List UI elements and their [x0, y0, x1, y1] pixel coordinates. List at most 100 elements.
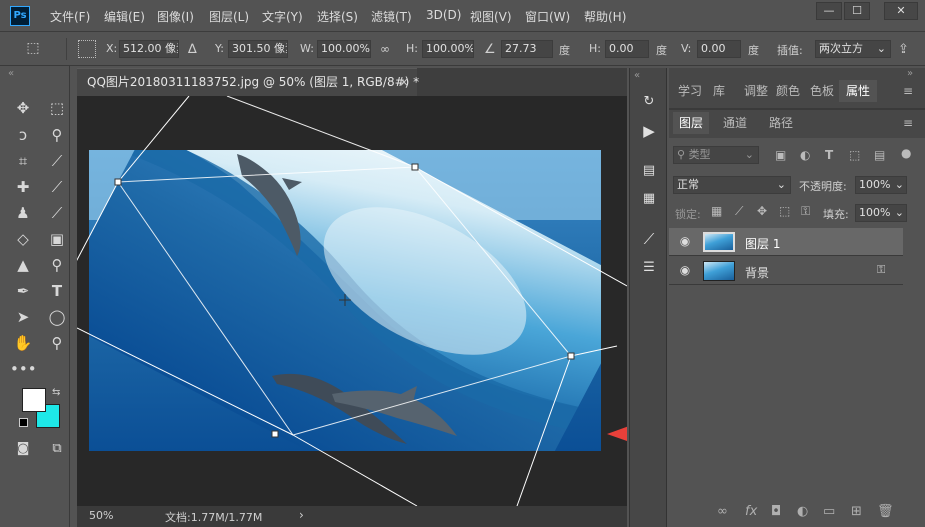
collapse-icon[interactable]: » [907, 68, 913, 79]
move-tool-icon[interactable]: ✥ [10, 96, 36, 120]
crop-tool-icon[interactable]: ⌗ [10, 149, 36, 173]
adjust-sliders-icon[interactable]: ☰ [638, 257, 660, 279]
lasso-tool-icon[interactable]: ↄ [10, 123, 36, 147]
menu-edit[interactable]: 编辑(E) [104, 8, 145, 25]
quick-mask-icon[interactable]: ◙ [10, 437, 36, 461]
tab-learn[interactable]: 学习 [675, 80, 705, 102]
transform-handle[interactable] [271, 430, 279, 438]
y-field[interactable]: 301.50 像素 [228, 40, 288, 58]
filter-smart-icon[interactable]: ▤ [874, 148, 885, 162]
default-colors-icon[interactable] [19, 418, 28, 427]
menu-file[interactable]: 文件(F) [50, 8, 90, 25]
layer-row-background[interactable]: ◉ 背景 ⚿ [669, 257, 903, 285]
menu-3d[interactable]: 3D(D) [426, 8, 461, 22]
menu-filter[interactable]: 滤镜(T) [371, 8, 412, 25]
hskew-field[interactable]: 0.00 [605, 40, 649, 58]
w-field[interactable]: 100.00% [317, 40, 371, 58]
properties-icon[interactable]: ▤ [638, 160, 660, 182]
document-tab[interactable]: QQ图片20180311183752.jpg @ 50% (图层 1, RGB/… [77, 68, 419, 96]
foreground-color-swatch[interactable] [22, 388, 46, 412]
new-adjustment-icon[interactable]: ◐ [797, 504, 808, 519]
warp-icon[interactable]: ⇪ [898, 42, 909, 57]
lock-paint-icon[interactable]: ⟋ [735, 204, 743, 219]
new-group-icon[interactable]: ▭ [823, 504, 835, 519]
filter-toggle-icon[interactable]: ● [901, 146, 911, 160]
eraser-tool-icon[interactable]: ◇ [10, 227, 36, 251]
blend-mode-select[interactable]: 正常 ⌄ [673, 176, 791, 194]
layer-style-icon[interactable]: fx [745, 504, 757, 519]
vskew-field[interactable]: 0.00 [697, 40, 741, 58]
visibility-eye-icon[interactable]: ◉ [677, 263, 693, 279]
canvas-area[interactable] [77, 96, 627, 506]
swap-colors-icon[interactable]: ⇆ [52, 387, 60, 398]
marquee-tool-icon[interactable]: ⬚ [44, 96, 70, 120]
brush-settings-icon[interactable]: ⟋ [638, 228, 660, 250]
filter-shape-icon[interactable]: ⬚ [849, 148, 860, 162]
quick-select-icon[interactable]: ⚲ [44, 123, 70, 147]
delete-layer-icon[interactable]: 🗑 [877, 504, 894, 519]
new-layer-icon[interactable]: ⊞ [851, 504, 862, 519]
type-tool-icon[interactable]: T [44, 279, 70, 303]
tab-paths[interactable]: 路径 [763, 112, 799, 134]
zoom-level[interactable]: 50% [89, 509, 113, 522]
menu-select[interactable]: 选择(S) [317, 8, 358, 25]
history-icon[interactable]: ↻ [638, 91, 660, 113]
actions-play-icon[interactable]: ▶ [638, 120, 660, 142]
x-field[interactable]: 512.00 像素 [119, 40, 179, 58]
link-icon[interactable]: ∞ [380, 42, 390, 56]
link-layers-icon[interactable]: ∞ [717, 504, 728, 519]
fill-field[interactable]: 100% ⌄ [855, 204, 907, 222]
close-button[interactable]: ✕ [884, 2, 918, 20]
collapse-icon[interactable]: « [634, 70, 640, 81]
menu-help[interactable]: 帮助(H) [584, 8, 626, 25]
zoom-tool-icon[interactable]: ⚲ [44, 331, 70, 355]
panel-menu-icon[interactable]: ≡ [903, 84, 913, 98]
status-menu-icon[interactable]: › [299, 508, 304, 522]
lock-artboard-icon[interactable]: ⬚ [779, 204, 790, 218]
screen-mode-icon[interactable]: ⧉ [44, 437, 70, 461]
layer-name[interactable]: 背景 [745, 264, 769, 281]
tab-channels[interactable]: 通道 [717, 112, 753, 134]
lock-all-icon[interactable]: ⚿ [801, 204, 810, 219]
healing-brush-icon[interactable]: ✚ [10, 175, 36, 199]
menu-image[interactable]: 图像(I) [157, 8, 194, 25]
layer-row-layer1[interactable]: ◉ 图层 1 [669, 228, 903, 256]
tab-swatches[interactable]: 色板 [807, 80, 837, 102]
layer-filter-select[interactable]: ⚲ 类型 ⌄ [673, 146, 759, 164]
filter-type-icon[interactable]: T [825, 148, 833, 162]
tab-libraries[interactable]: 库 [707, 80, 731, 102]
panel-menu-icon[interactable]: ≡ [903, 116, 913, 130]
layer-name[interactable]: 图层 1 [745, 235, 780, 252]
hand-tool-icon[interactable]: ✋ [10, 331, 36, 355]
menu-type[interactable]: 文字(Y) [262, 8, 303, 25]
dodge-tool-icon[interactable]: ⚲ [44, 253, 70, 277]
notes-icon[interactable]: ▦ [638, 188, 660, 210]
transform-handle[interactable] [411, 163, 419, 171]
transform-handle[interactable] [114, 178, 122, 186]
history-brush-icon[interactable]: ⟋ [44, 201, 70, 225]
lock-position-icon[interactable]: ✥ [757, 204, 767, 218]
close-tab-icon[interactable]: × [399, 69, 409, 95]
visibility-eye-icon[interactable]: ◉ [677, 234, 693, 250]
collapse-icon[interactable]: « [8, 68, 14, 79]
menu-view[interactable]: 视图(V) [470, 8, 512, 25]
maximize-button[interactable]: ☐ [844, 2, 870, 20]
h-field[interactable]: 100.00% [422, 40, 474, 58]
more-tools-icon[interactable]: ••• [10, 357, 37, 381]
add-mask-icon[interactable]: ◘ [771, 504, 781, 519]
ellipse-tool-icon[interactable]: ◯ [44, 305, 70, 329]
clone-stamp-icon[interactable]: ♟ [10, 201, 36, 225]
tab-properties[interactable]: 属性 [839, 80, 877, 102]
path-select-icon[interactable]: ➤ [10, 305, 36, 329]
eyedropper-icon[interactable]: ⟋ [44, 149, 70, 173]
interpolation-select[interactable]: 两次立方 ⌄ [815, 40, 891, 58]
blur-tool-icon[interactable]: ▲ [10, 253, 36, 277]
tab-layers[interactable]: 图层 [673, 112, 709, 134]
tab-color[interactable]: 颜色 [773, 80, 803, 102]
reference-point-icon[interactable] [78, 40, 96, 58]
move-transform-icon[interactable]: ⬚ [20, 40, 46, 58]
gradient-tool-icon[interactable]: ▣ [44, 227, 70, 251]
menu-window[interactable]: 窗口(W) [525, 8, 570, 25]
filter-pixel-icon[interactable]: ▣ [775, 148, 786, 162]
pen-tool-icon[interactable]: ✒ [10, 279, 36, 303]
